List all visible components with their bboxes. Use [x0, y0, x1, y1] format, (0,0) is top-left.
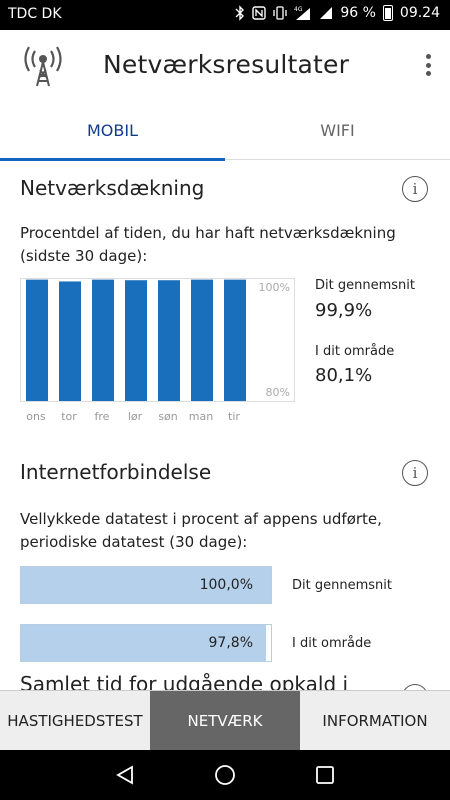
axis-top-label: 100% — [258, 281, 290, 294]
recents-icon[interactable] — [314, 764, 336, 786]
chart-bar-man — [191, 279, 213, 401]
tab-wifi[interactable]: WIFI — [225, 100, 450, 160]
chart-day-label: tor — [61, 410, 77, 423]
signal-bars-icon — [320, 7, 333, 19]
internet-area-label: I dit område — [292, 636, 372, 651]
chart-bar-søn — [158, 280, 180, 401]
chart-day-label: tir — [228, 410, 240, 423]
coverage-bars — [26, 279, 246, 401]
chart-day-label: søn — [158, 410, 178, 423]
progress-value: 100,0% — [199, 577, 253, 593]
chart-bar-tor — [59, 281, 81, 401]
chart-bar-tir — [224, 279, 246, 401]
more-vertical-icon[interactable] — [420, 50, 436, 80]
nav-hastighedstest[interactable]: HASTIGHEDSTEST — [0, 691, 150, 751]
axis-bottom-label: 80% — [265, 386, 290, 399]
nfc-icon — [252, 6, 267, 20]
internet-description: Vellykkede datatest i procent af appens … — [20, 510, 382, 551]
chart-bar-ons — [26, 279, 48, 401]
internet-title: Internetforbindelse — [20, 460, 212, 484]
menu-dot — [425, 71, 431, 76]
coverage-avg-value: 99,9% — [315, 300, 373, 321]
status-bar: TDC DK 4G 96 % 09.24 — [0, 0, 450, 30]
menu-dot — [425, 54, 431, 59]
vibrate-icon — [273, 6, 287, 20]
chart-day-label: fre — [94, 410, 110, 423]
main-content[interactable]: Netværksdækning i Procentdel af tiden, d… — [0, 160, 450, 690]
signal-4g-icon: 4G — [294, 6, 311, 20]
home-icon[interactable] — [214, 764, 236, 786]
svg-text:4G: 4G — [294, 6, 303, 13]
coverage-chart: 100% 80% — [20, 278, 295, 402]
chart-bar-lør — [125, 280, 147, 401]
coverage-info-icon[interactable]: i — [402, 176, 428, 202]
clock: 09.24 — [399, 5, 440, 21]
internet-info-icon[interactable]: i — [402, 460, 428, 486]
chart-bar-fre — [92, 279, 114, 401]
coverage-area-value: 80,1% — [315, 365, 373, 386]
internet-area-bar: 97,8% — [20, 624, 272, 662]
battery-icon — [382, 5, 393, 21]
bottom-nav: HASTIGHEDSTEST NETVÆRK INFORMATION — [0, 690, 450, 751]
coverage-area-label: I dit område — [315, 344, 395, 359]
battery-percent: 96 % — [340, 5, 376, 21]
nav-netvaerk[interactable]: NETVÆRK — [150, 691, 300, 751]
status-icons: 4G 96 % 09.24 — [235, 5, 440, 21]
coverage-description: Procentdel af tiden, du har haft netværk… — [20, 224, 396, 265]
page-title: Netværksresultater — [103, 50, 350, 79]
app-bar: Netværksresultater — [0, 30, 450, 100]
internet-avg-bar: 100,0% — [20, 566, 272, 604]
back-icon[interactable] — [114, 764, 136, 786]
progress-value: 97,8% — [208, 635, 253, 651]
carrier-name: TDC DK — [8, 6, 62, 22]
screen: TDC DK 4G 96 % 09.24 Netværksresultater — [0, 0, 450, 800]
chart-day-label: lør — [127, 410, 143, 423]
tab-mobil[interactable]: MOBIL — [0, 100, 225, 161]
bluetooth-icon — [235, 5, 245, 21]
antenna-icon — [24, 46, 62, 87]
nav-information[interactable]: INFORMATION — [300, 691, 450, 751]
tab-bar: MOBIL WIFI — [0, 100, 450, 161]
internet-avg-label: Dit gennemsnit — [292, 578, 392, 593]
system-nav-bar — [0, 750, 450, 800]
chart-day-label: ons — [26, 410, 46, 423]
menu-dot — [425, 62, 431, 68]
coverage-title: Netværksdækning — [20, 176, 205, 200]
calls-title: Samlet tid for udgående opkald i — [20, 672, 349, 690]
coverage-avg-label: Dit gennemsnit — [315, 278, 415, 293]
chart-day-label: man — [188, 410, 214, 423]
